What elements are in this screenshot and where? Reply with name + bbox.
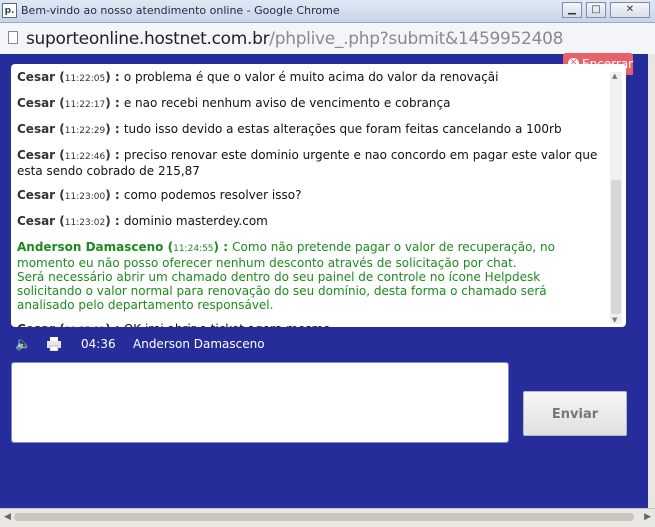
time-paren: ) :: [105, 96, 124, 110]
message-sender: Cesar: [17, 70, 56, 84]
time-paren: ) :: [213, 240, 233, 254]
message-sender: Cesar: [17, 322, 55, 327]
message-text: Será necessário abrir um chamado dentro …: [17, 270, 547, 312]
window-title: Bem-vindo ao nosso atendimento online - …: [21, 4, 340, 17]
time-paren: ) :: [105, 70, 124, 84]
window-vertical-scrollbar[interactable]: [648, 54, 655, 508]
message-text: e nao recebi nenhum aviso de vencimento …: [123, 96, 451, 110]
url-host: suporteonline.hostnet.com.br: [26, 29, 270, 49]
time-paren: (: [55, 322, 65, 327]
message-sender: Cesar: [17, 148, 56, 162]
chat-message: Cesar (11:23:00) : como podemos resolver…: [17, 188, 605, 204]
message-sender: Anderson Damasceno: [17, 240, 164, 254]
scroll-down-icon[interactable]: ▼: [612, 316, 617, 324]
scroll-left-icon[interactable]: ◀: [4, 512, 11, 522]
time-paren: ) :: [105, 148, 124, 162]
horizontal-scroll-thumb[interactable]: [14, 513, 634, 521]
message-time: 11:22:05: [64, 74, 106, 84]
chat-message: Cesar (11:22:17) : e nao recebi nenhum a…: [17, 96, 605, 112]
time-paren: ) :: [105, 322, 124, 327]
chat-message: Cesar (11:23:02) : dominio masterdey.com: [17, 214, 605, 230]
time-paren: (: [55, 122, 65, 136]
elapsed-time: 04:36: [81, 337, 116, 351]
time-paren: (: [55, 188, 65, 202]
minimize-button[interactable]: ▁: [562, 2, 582, 18]
chat-message: Cesar (11:22:05) : o problema é que o va…: [17, 70, 605, 86]
chat-transcript: Cesar (11:22:05) : o problema é que o va…: [11, 64, 626, 327]
chat-message: Cesar (11:22:46) : preciso renovar este …: [17, 148, 605, 178]
print-icon[interactable]: [47, 337, 61, 351]
message-time: 11:22:17: [64, 100, 106, 110]
chat-status-row: 🔈 04:36 Anderson Damasceno: [15, 337, 315, 353]
message-list: Cesar (11:22:05) : o problema é que o va…: [17, 70, 605, 327]
message-input[interactable]: [11, 362, 509, 443]
time-paren: (: [55, 214, 65, 228]
site-favicon-icon: p.: [2, 3, 17, 18]
message-time: 11:25:22: [65, 326, 105, 327]
transcript-scrollbar[interactable]: ▲ ▼: [610, 72, 622, 324]
page-icon: [8, 31, 18, 44]
url-path: /phplive_.php?submit&1459952408: [269, 29, 564, 49]
operator-name: Anderson Damasceno: [133, 337, 265, 351]
message-sender: Cesar: [17, 96, 56, 110]
message-time: 11:23:00: [64, 192, 106, 202]
message-text: o problema é que o valor é muito acima d…: [123, 70, 499, 84]
address-bar[interactable]: suporteonline.hostnet.com.br/phplive_.ph…: [0, 23, 655, 55]
message-text: como podemos resolver isso?: [123, 188, 302, 202]
chat-message: Cesar (11:22:29) : tudo isso devido a es…: [17, 122, 605, 138]
time-paren: (: [163, 240, 174, 254]
time-paren: (: [55, 148, 65, 162]
message-sender: Cesar: [17, 188, 56, 202]
message-sender: Cesar: [17, 214, 56, 228]
time-paren: ) :: [105, 122, 124, 136]
time-paren: (: [55, 70, 65, 84]
message-time: 11:22:29: [64, 126, 106, 136]
time-paren: (: [55, 96, 65, 110]
chat-message: Cesar (11:25:22) : OK irei abrir o ticke…: [17, 322, 605, 327]
window-horizontal-scrollbar[interactable]: ◀ ▶: [0, 508, 655, 527]
scroll-up-icon[interactable]: ▲: [612, 72, 617, 80]
chat-message: Anderson Damasceno (11:24:55) : Como não…: [17, 240, 605, 312]
message-time: 11:24:55: [173, 244, 214, 254]
message-sender: Cesar: [17, 122, 56, 136]
message-time: 11:23:02: [64, 218, 106, 228]
transcript-scroll-thumb[interactable]: [611, 180, 621, 314]
message-text: OK irei abrir o ticket agora mesmo: [124, 322, 331, 327]
time-paren: ) :: [105, 214, 124, 228]
message-time: 11:22:46: [64, 152, 106, 162]
sound-icon[interactable]: 🔈: [15, 337, 31, 352]
window-titlebar: p. Bem-vindo ao nosso atendimento online…: [0, 0, 655, 23]
send-button[interactable]: Enviar: [523, 391, 627, 436]
message-text: tudo isso devido a estas alterações que …: [123, 122, 562, 136]
message-text: dominio masterdey.com: [123, 214, 268, 228]
url-text[interactable]: suporteonline.hostnet.com.br/phplive_.ph…: [26, 29, 563, 49]
close-window-button[interactable]: ✕: [610, 2, 650, 18]
time-paren: ) :: [105, 188, 124, 202]
maximize-button[interactable]: □: [586, 2, 606, 18]
scroll-right-icon[interactable]: ▶: [644, 512, 651, 522]
